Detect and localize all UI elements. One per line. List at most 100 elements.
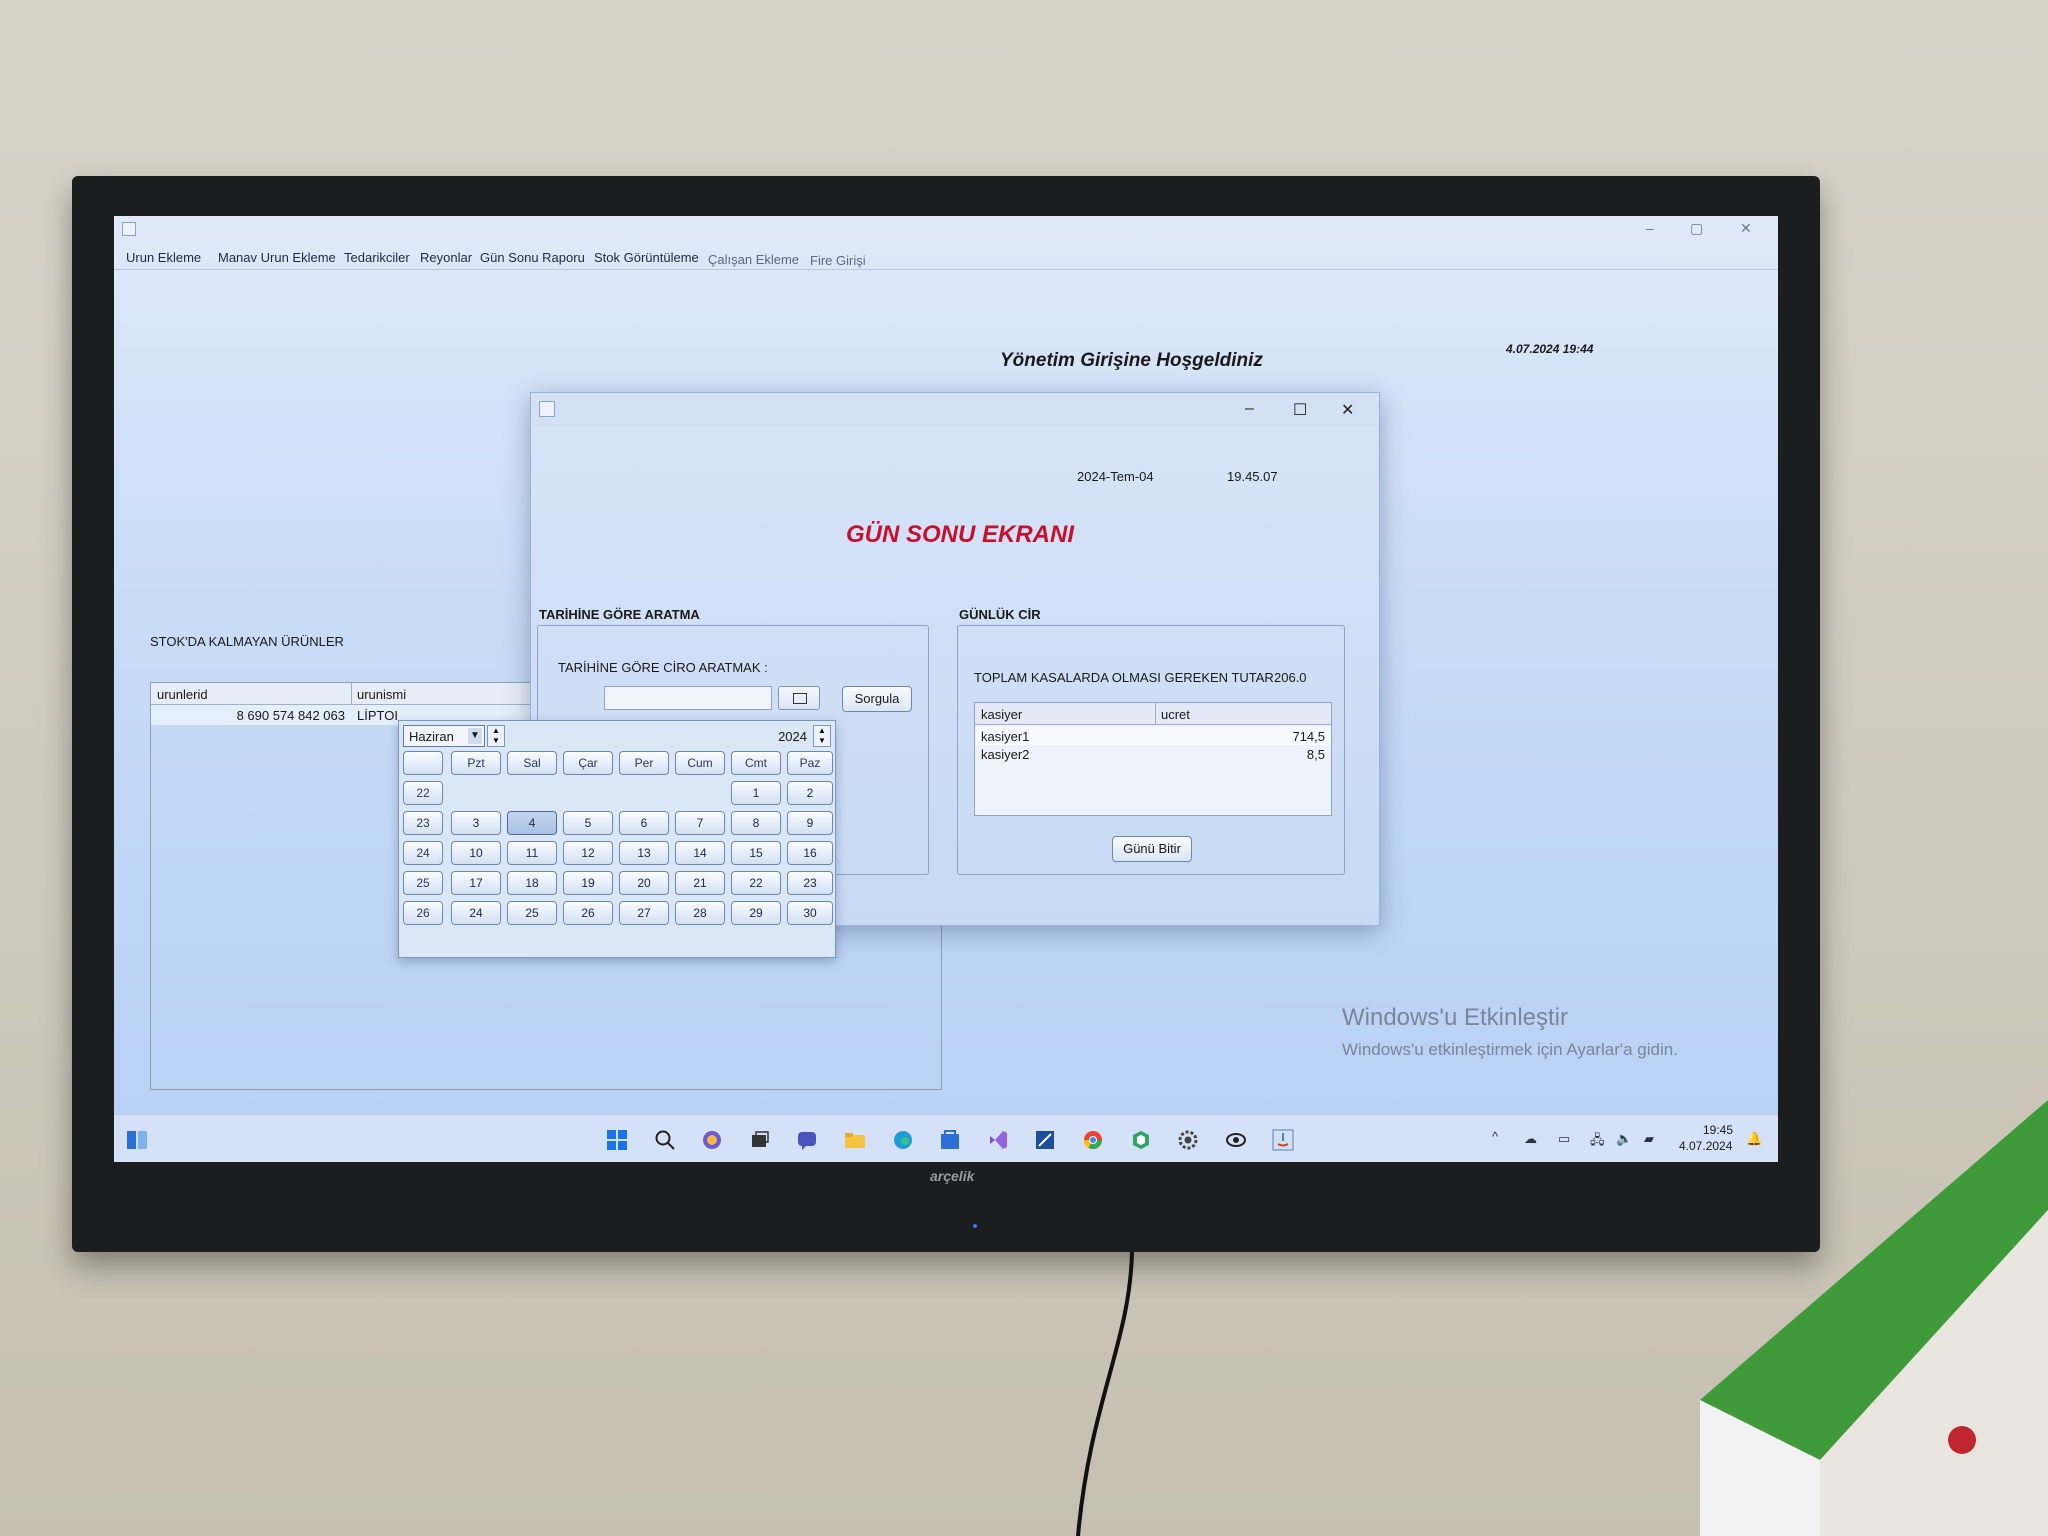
week-number: 25 bbox=[403, 871, 443, 895]
file-explorer-icon[interactable] bbox=[842, 1127, 868, 1153]
chrome-icon[interactable] bbox=[1080, 1127, 1106, 1153]
column-divider bbox=[351, 683, 352, 705]
tray-overflow-chevron[interactable]: ^ bbox=[1492, 1129, 1498, 1144]
chevron-down-icon[interactable]: ▼ bbox=[468, 728, 482, 744]
year-spinner[interactable]: ▲ ▼ bbox=[813, 725, 831, 747]
edge-icon[interactable] bbox=[890, 1127, 916, 1153]
calendar-day-button[interactable]: 28 bbox=[675, 901, 725, 925]
display-icon[interactable]: ▭ bbox=[1558, 1131, 1570, 1147]
menu-fire-girisi[interactable]: Fire Girişi bbox=[810, 253, 866, 268]
column-header-urunlerid[interactable]: urunlerid bbox=[157, 687, 208, 702]
calendar-day-button[interactable]: 16 bbox=[787, 841, 833, 865]
calendar-day-button[interactable]: 3 bbox=[451, 811, 501, 835]
windows-activation-title: Windows'u Etkinleştir bbox=[1342, 1004, 1568, 1031]
menu-calisan-ekleme[interactable]: Çalışan Ekleme bbox=[708, 252, 799, 267]
calendar-button[interactable] bbox=[778, 686, 820, 710]
calendar-day-button[interactable]: 24 bbox=[451, 901, 501, 925]
daily-group: TOPLAM KASALARDA OLMASI GEREKEN TUTAR 20… bbox=[957, 625, 1345, 875]
calendar-day-button[interactable]: 10 bbox=[451, 841, 501, 865]
java-app-icon[interactable] bbox=[1270, 1127, 1296, 1153]
dialog-close-button[interactable]: ✕ bbox=[1341, 400, 1354, 420]
taskbar-clock-time[interactable]: 19:45 bbox=[1703, 1123, 1733, 1137]
calendar-day-button[interactable]: 15 bbox=[731, 841, 781, 865]
menu-reyonlar[interactable]: Reyonlar bbox=[420, 250, 472, 265]
calendar-day-button[interactable]: 21 bbox=[675, 871, 725, 895]
calendar-day-button[interactable]: 23 bbox=[787, 871, 833, 895]
notification-bell-icon[interactable]: 🔔 bbox=[1746, 1131, 1762, 1147]
menu-gun-sonu-raporu[interactable]: Gün Sonu Raporu bbox=[480, 250, 585, 265]
taskbar-clock-date[interactable]: 4.07.2024 bbox=[1679, 1139, 1732, 1153]
copilot-icon[interactable] bbox=[699, 1127, 725, 1153]
calendar-day-button[interactable]: 5 bbox=[563, 811, 613, 835]
week-number: 24 bbox=[403, 841, 443, 865]
calendar-day-button[interactable]: 13 bbox=[619, 841, 669, 865]
calendar-day-button[interactable]: 2 bbox=[787, 781, 833, 805]
onedrive-icon[interactable]: ☁ bbox=[1524, 1131, 1537, 1147]
calendar-day-button[interactable]: 12 bbox=[563, 841, 613, 865]
table-row[interactable]: kasiyer1 714,5 bbox=[975, 727, 1331, 745]
menu-urun-ekleme[interactable]: Urun Ekleme bbox=[126, 250, 201, 265]
calendar-day-button[interactable]: 26 bbox=[563, 901, 613, 925]
calendar-day-button[interactable]: 22 bbox=[731, 871, 781, 895]
settings-icon[interactable] bbox=[1175, 1127, 1201, 1153]
calendar-day-button[interactable]: 6 bbox=[619, 811, 669, 835]
column-header-ucret[interactable]: ucret bbox=[1161, 707, 1190, 722]
gunu-bitir-button[interactable]: Günü Bitir bbox=[1112, 836, 1192, 862]
year-display: 2024 bbox=[778, 729, 807, 744]
network-icon[interactable]: 🖧 bbox=[1590, 1131, 1605, 1153]
calendar-day-button[interactable]: 30 bbox=[787, 901, 833, 925]
menu-stok-goruntuleme[interactable]: Stok Görüntüleme bbox=[594, 250, 699, 265]
cell-ucret: 714,5 bbox=[1292, 729, 1325, 744]
dialog-maximize-button[interactable]: ☐ bbox=[1293, 400, 1307, 420]
calendar-day-button[interactable]: 29 bbox=[731, 901, 781, 925]
task-view-icon[interactable] bbox=[747, 1127, 773, 1153]
netbeans-icon[interactable] bbox=[1032, 1127, 1058, 1153]
calendar-day-button[interactable]: 8 bbox=[731, 811, 781, 835]
store-icon[interactable] bbox=[937, 1127, 963, 1153]
main-minimize-button[interactable]: – bbox=[1646, 220, 1654, 236]
main-maximize-button[interactable]: ▢ bbox=[1690, 220, 1703, 237]
calendar-day-button[interactable]: 14 bbox=[675, 841, 725, 865]
weekday-header: Paz bbox=[787, 751, 833, 775]
weekday-header: Pzt bbox=[451, 751, 501, 775]
calendar-day-button[interactable]: 20 bbox=[619, 871, 669, 895]
dialog-heading: GÜN SONU EKRANI bbox=[845, 521, 1074, 548]
calendar-day-button[interactable]: 25 bbox=[507, 901, 557, 925]
dialog-minimize-button[interactable]: – bbox=[1245, 400, 1254, 418]
visual-studio-icon[interactable] bbox=[985, 1127, 1011, 1153]
month-spinner[interactable]: ▲ ▼ bbox=[487, 725, 505, 747]
calendar-day-button[interactable]: 1 bbox=[731, 781, 781, 805]
calendar-day-button[interactable]: 4 bbox=[507, 811, 557, 835]
search-icon[interactable] bbox=[652, 1127, 678, 1153]
dialog-time: 19.45.07 bbox=[1227, 469, 1278, 484]
main-close-button[interactable]: ✕ bbox=[1740, 220, 1752, 237]
calendar-day-button[interactable]: 17 bbox=[451, 871, 501, 895]
week-number: 22 bbox=[403, 781, 443, 805]
dialog-date: 2024-Tem-04 bbox=[1077, 469, 1154, 484]
column-header-urunismi[interactable]: urunismi bbox=[357, 687, 406, 702]
calendar-day-button[interactable]: 11 bbox=[507, 841, 557, 865]
date-field[interactable] bbox=[604, 686, 772, 710]
table-row[interactable]: kasiyer2 8,5 bbox=[975, 745, 1331, 763]
volume-icon[interactable]: 🔈 bbox=[1616, 1131, 1632, 1147]
weekday-header: Cum bbox=[675, 751, 725, 775]
month-select[interactable]: Haziran ▼ bbox=[403, 725, 485, 747]
menu-tedarikciler[interactable]: Tedarikciler bbox=[344, 250, 410, 265]
battery-icon[interactable]: ▰ bbox=[1644, 1131, 1654, 1147]
weekday-header: Cmt bbox=[731, 751, 781, 775]
teams-icon[interactable] bbox=[794, 1127, 820, 1153]
calendar-day-button[interactable]: 7 bbox=[675, 811, 725, 835]
cube-app-icon[interactable] bbox=[1128, 1127, 1154, 1153]
menu-manav-urun-ekleme[interactable]: Manav Urun Ekleme bbox=[218, 250, 336, 265]
widgets-icon[interactable] bbox=[124, 1127, 150, 1153]
cell-kasiyer: kasiyer1 bbox=[981, 729, 1030, 744]
calendar-day-button[interactable]: 19 bbox=[563, 871, 613, 895]
column-header-kasiyer[interactable]: kasiyer bbox=[981, 707, 1022, 722]
calendar-day-button[interactable]: 27 bbox=[619, 901, 669, 925]
calendar-day-button[interactable]: 9 bbox=[787, 811, 833, 835]
taskbar: ^ ☁ ▭ 🖧 🔈 ▰ 19:45 4.07.2024 🔔 bbox=[114, 1114, 1778, 1162]
calendar-day-button[interactable]: 18 bbox=[507, 871, 557, 895]
sorgula-button[interactable]: Sorgula bbox=[842, 686, 912, 712]
eye-app-icon[interactable] bbox=[1223, 1127, 1249, 1153]
windows-start-icon[interactable] bbox=[604, 1127, 630, 1153]
